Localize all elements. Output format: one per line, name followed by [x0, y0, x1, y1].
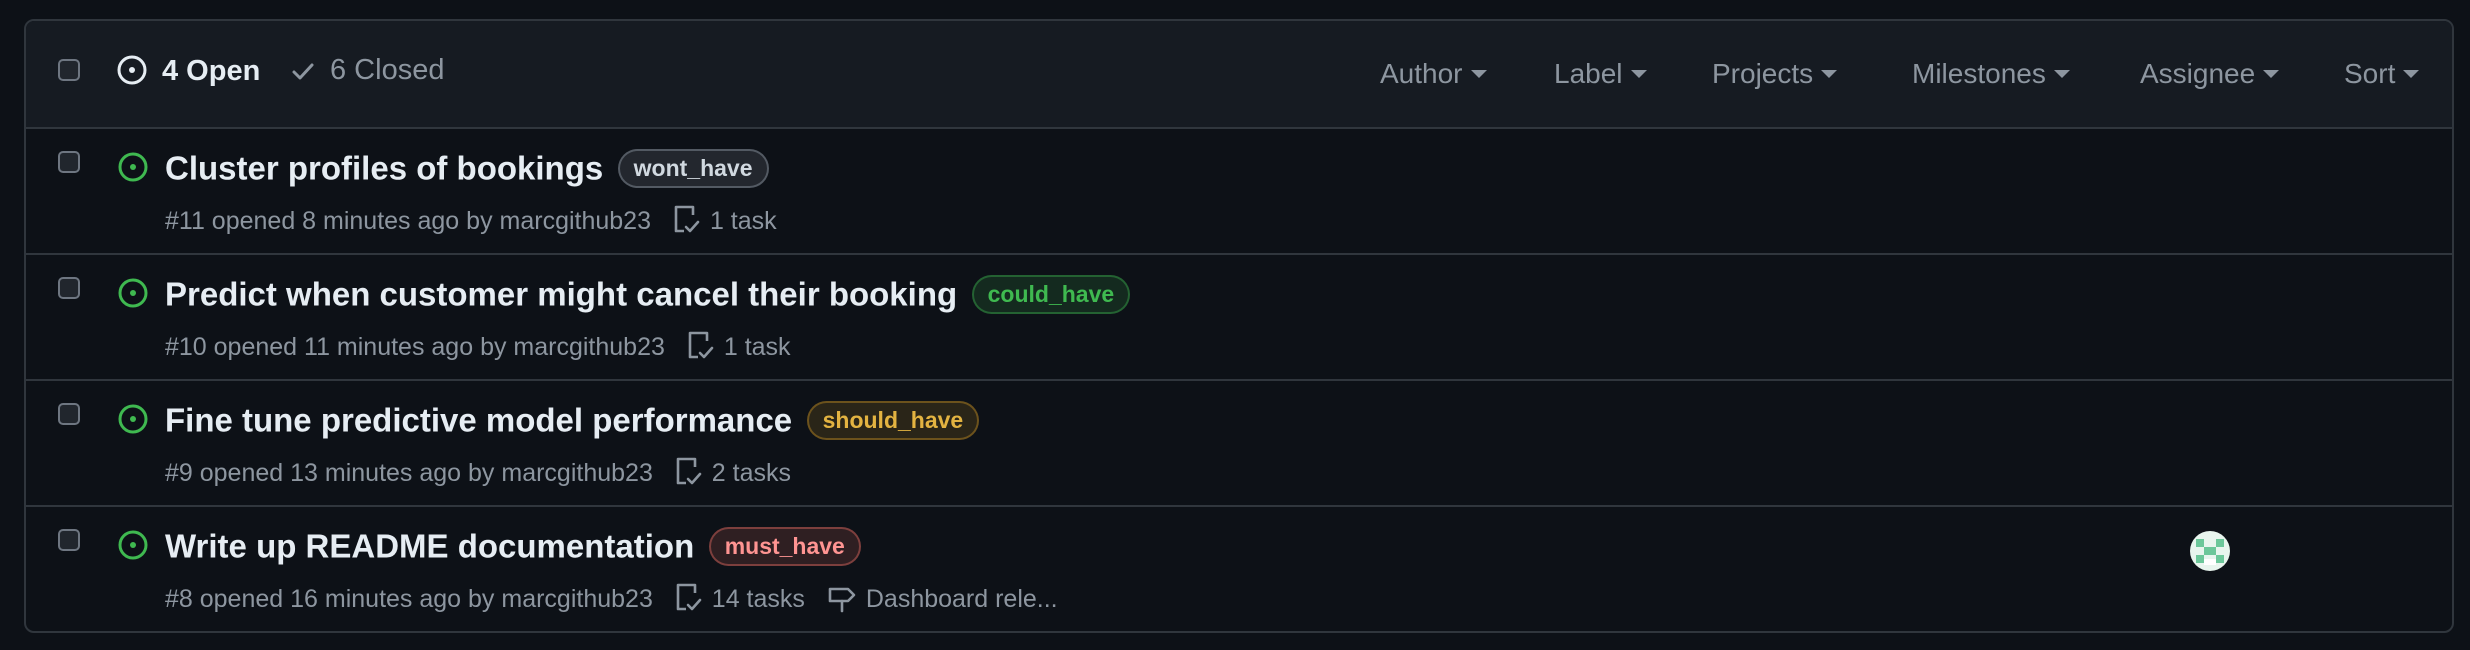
issues-list-header: 4 Open 6 Closed Author Label Projects Mi… [26, 21, 2452, 129]
issue-title[interactable]: Predict when customer might cancel their… [165, 276, 957, 313]
issue-row: Write up README documentation must_have … [26, 507, 2452, 631]
task-count: 2 tasks [711, 459, 791, 487]
check-icon [292, 63, 314, 80]
caret-down-icon [2053, 70, 2070, 78]
issue-row: Cluster profiles of bookings wont_have #… [26, 129, 2452, 255]
issues-list: 4 Open 6 Closed Author Label Projects Mi… [24, 19, 2454, 633]
author-filter-label: Author [1380, 58, 1463, 89]
task-list-icon [674, 205, 700, 233]
issue-open-icon [118, 152, 148, 182]
milestones-filter-label: Milestones [1912, 58, 2046, 89]
issue-row: Fine tune predictive model performance s… [26, 381, 2452, 507]
label-filter-label: Label [1554, 58, 1623, 89]
task-count: 14 tasks [711, 585, 805, 613]
assignee-avatar[interactable] [2190, 531, 2230, 571]
issue-meta[interactable]: #11 opened 8 minutes ago by marcgithub23 [165, 207, 651, 235]
issue-meta[interactable]: #8 opened 16 minutes ago by marcgithub23 [165, 585, 653, 613]
task-list-icon [676, 583, 702, 611]
issue-title[interactable]: Fine tune predictive model performance [165, 402, 792, 439]
projects-filter-label: Projects [1712, 58, 1814, 89]
milestones-filter[interactable]: Milestones [1912, 58, 2070, 90]
issue-title[interactable]: Cluster profiles of bookings [165, 150, 603, 187]
caret-down-icon [2403, 70, 2420, 78]
label-could-have[interactable]: could_have [971, 275, 1131, 314]
author-filter[interactable]: Author [1380, 58, 1487, 90]
caret-down-icon [1821, 70, 1838, 78]
assignee-filter-label: Assignee [2140, 58, 2256, 89]
label-filter[interactable]: Label [1554, 58, 1647, 90]
issue-meta[interactable]: #10 opened 11 minutes ago by marcgithub2… [165, 333, 665, 361]
closed-count: 6 Closed [330, 54, 445, 86]
task-list-icon [676, 457, 702, 485]
label-should-have[interactable]: should_have [806, 401, 980, 440]
issue-checkbox[interactable] [58, 151, 80, 173]
label-wont-have[interactable]: wont_have [617, 149, 769, 188]
caret-down-icon [1630, 70, 1647, 78]
sort-dropdown[interactable]: Sort [2344, 58, 2420, 90]
projects-filter[interactable]: Projects [1712, 58, 1838, 90]
issue-checkbox[interactable] [58, 529, 80, 551]
open-count: 4 Open [162, 55, 261, 87]
closed-issues-tab[interactable]: 6 Closed [290, 54, 444, 87]
task-count: 1 task [723, 333, 791, 361]
task-list-icon [688, 331, 714, 359]
issue-meta[interactable]: #9 opened 13 minutes ago by marcgithub23 [165, 459, 653, 487]
issue-open-icon [118, 278, 148, 308]
issue-row: Predict when customer might cancel their… [26, 255, 2452, 381]
milestone-icon [828, 587, 856, 613]
issue-open-icon [118, 530, 148, 560]
issue-open-icon [118, 404, 148, 434]
issue-title[interactable]: Write up README documentation [165, 528, 694, 565]
issue-checkbox[interactable] [58, 403, 80, 425]
issue-open-icon [117, 55, 147, 85]
caret-down-icon [2263, 70, 2280, 78]
sort-label: Sort [2344, 58, 2396, 89]
caret-down-icon [1470, 70, 1487, 78]
issue-checkbox[interactable] [58, 277, 80, 299]
milestone-link[interactable]: Dashboard rele... [866, 585, 1058, 613]
task-count: 1 task [709, 207, 777, 235]
select-all-checkbox[interactable] [58, 59, 80, 81]
assignee-filter[interactable]: Assignee [2140, 58, 2280, 90]
label-must-have[interactable]: must_have [708, 527, 861, 566]
open-issues-tab[interactable]: 4 Open [116, 54, 260, 88]
identicon-image [2190, 531, 2230, 571]
